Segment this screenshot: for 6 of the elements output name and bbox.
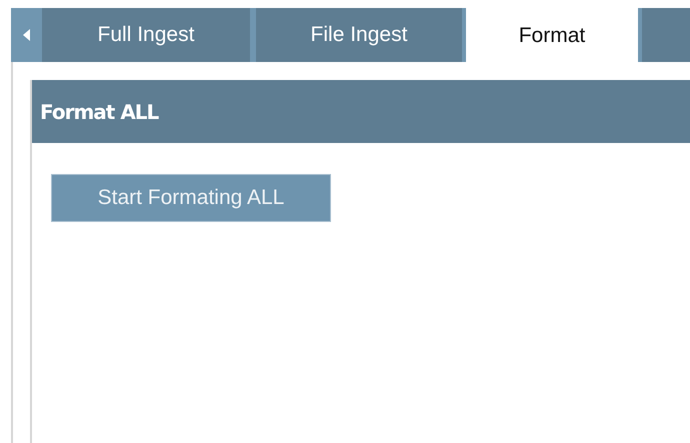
- tab[interactable]: Full Ingest: [42, 8, 250, 62]
- left-arrow-icon: [23, 29, 30, 41]
- tab[interactable]: File Ingest: [256, 8, 462, 62]
- panel-title: Format ALL: [40, 100, 158, 124]
- tab[interactable]: Format: [466, 8, 638, 62]
- start-formatting-button[interactable]: Start Formating ALL: [51, 174, 331, 222]
